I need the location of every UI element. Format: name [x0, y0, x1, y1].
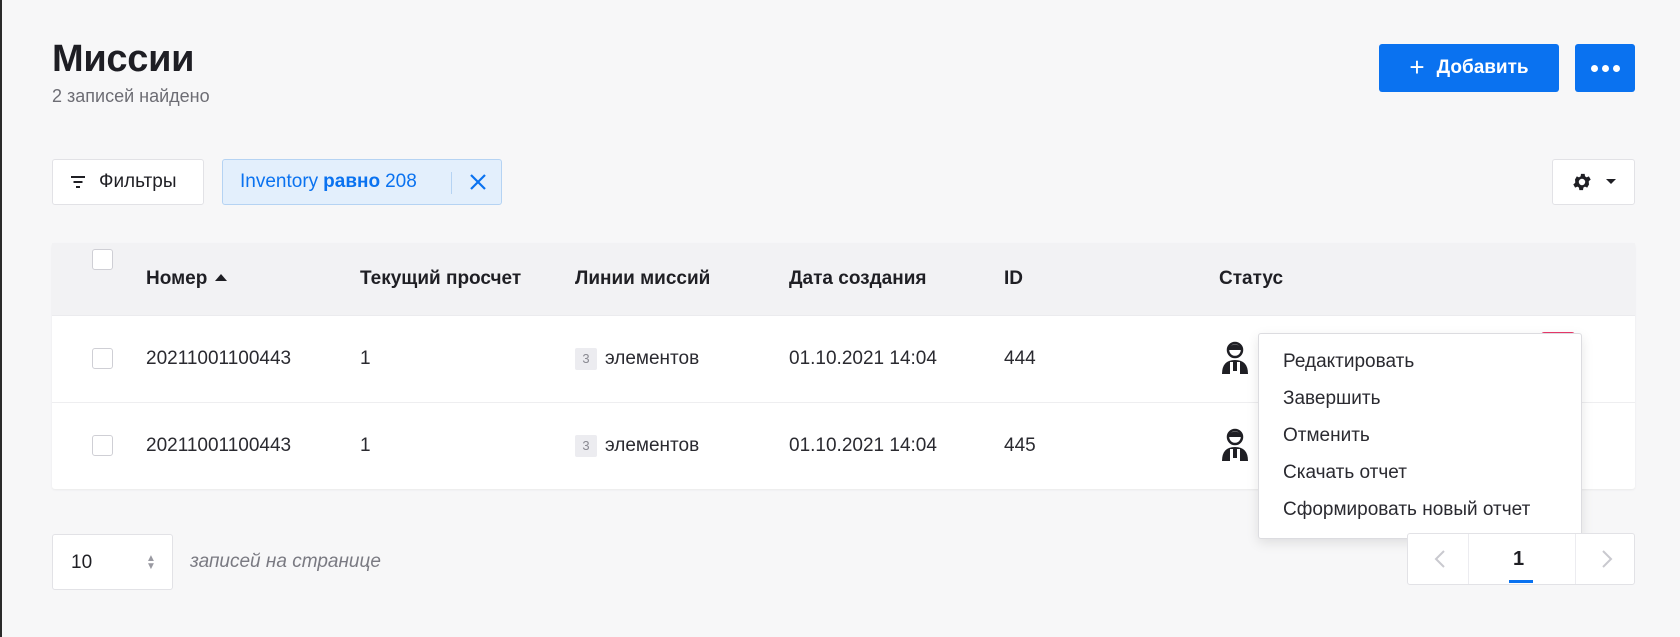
column-header-recount[interactable]: Текущий просчет [360, 268, 521, 290]
row-actions-menu: Редактировать Завершить Отменить Скачать… [1258, 333, 1582, 539]
more-actions-button[interactable] [1575, 44, 1635, 92]
row-checkbox[interactable] [92, 435, 113, 456]
page-size-value: 10 [71, 552, 93, 573]
column-label: Номер [146, 268, 208, 289]
menu-item-download-report[interactable]: Скачать отчет [1283, 462, 1407, 484]
close-icon[interactable] [465, 169, 491, 195]
table-header: Номер Текущий просчет Линии миссий Дата … [52, 243, 1635, 316]
cell-lines[interactable]: 3 элементов [575, 348, 699, 370]
cell-number: 20211001100443 [146, 348, 292, 369]
lines-label: элементов [605, 435, 700, 456]
filter-field: Inventory [240, 171, 319, 192]
lines-label: элементов [605, 348, 700, 369]
menu-item-edit[interactable]: Редактировать [1283, 351, 1414, 373]
cell-id: 445 [1004, 435, 1036, 456]
cell-created: 01.10.2021 14:04 [789, 348, 937, 369]
menu-item-generate-report[interactable]: Сформировать новый отчет [1283, 499, 1530, 521]
filter-operator: равно [323, 171, 381, 192]
chevron-left-icon[interactable] [1428, 546, 1454, 572]
table-settings-button[interactable] [1552, 159, 1635, 205]
records-count: 2 записей найдено [52, 86, 210, 106]
user-status-icon [1222, 428, 1248, 461]
menu-item-cancel[interactable]: Отменить [1283, 425, 1370, 447]
sort-asc-icon [215, 274, 228, 281]
lines-count-badge: 3 [575, 435, 597, 457]
filter-icon [71, 176, 85, 188]
chip-divider [451, 172, 452, 194]
filters-button[interactable]: Фильтры [52, 159, 204, 205]
pagination: 1 [1407, 533, 1635, 585]
cell-created: 01.10.2021 14:04 [789, 435, 937, 456]
more-icon-dot [1601, 64, 1609, 72]
filters-label: Фильтры [99, 171, 177, 192]
page-size-select[interactable]: 10 ▲ ▼ [52, 534, 173, 590]
chevron-right-icon[interactable] [1593, 546, 1619, 572]
more-icon [1590, 64, 1598, 72]
cell-number: 20211001100443 [146, 435, 292, 456]
user-status-icon [1222, 341, 1248, 374]
select-all-checkbox[interactable] [92, 249, 113, 270]
page-number-current[interactable]: 1 [1513, 548, 1524, 571]
page-size-label: записей на странице [190, 551, 381, 572]
cell-recount: 1 [360, 435, 371, 456]
column-header-created[interactable]: Дата создания [789, 268, 927, 290]
pager-divider [1575, 534, 1576, 584]
pager-divider [1468, 534, 1469, 584]
cell-recount: 1 [360, 348, 371, 369]
lines-count-badge: 3 [575, 348, 597, 370]
cell-lines[interactable]: 3 элементов [575, 435, 699, 457]
current-page-indicator [1509, 580, 1533, 583]
cell-id: 444 [1004, 348, 1036, 369]
page-title: Миссии [52, 38, 195, 80]
plus-icon: + [1409, 51, 1425, 82]
spinner-icon: ▲ ▼ [146, 553, 156, 572]
column-header-number[interactable]: Номер [146, 268, 228, 290]
filter-value: 208 [385, 171, 417, 192]
column-header-id[interactable]: ID [1004, 268, 1023, 290]
more-icon-dot [1612, 64, 1620, 72]
add-button-label: Добавить [1436, 57, 1529, 78]
column-header-lines[interactable]: Линии миссий [575, 268, 710, 290]
add-button[interactable]: + Добавить [1379, 44, 1559, 92]
row-checkbox[interactable] [92, 348, 113, 369]
active-filter-chip[interactable]: Inventory равно 208 [222, 159, 502, 205]
column-header-status[interactable]: Статус [1219, 268, 1283, 290]
caret-down-icon [1605, 179, 1616, 184]
gear-icon [1572, 173, 1591, 191]
menu-item-complete[interactable]: Завершить [1283, 388, 1381, 410]
